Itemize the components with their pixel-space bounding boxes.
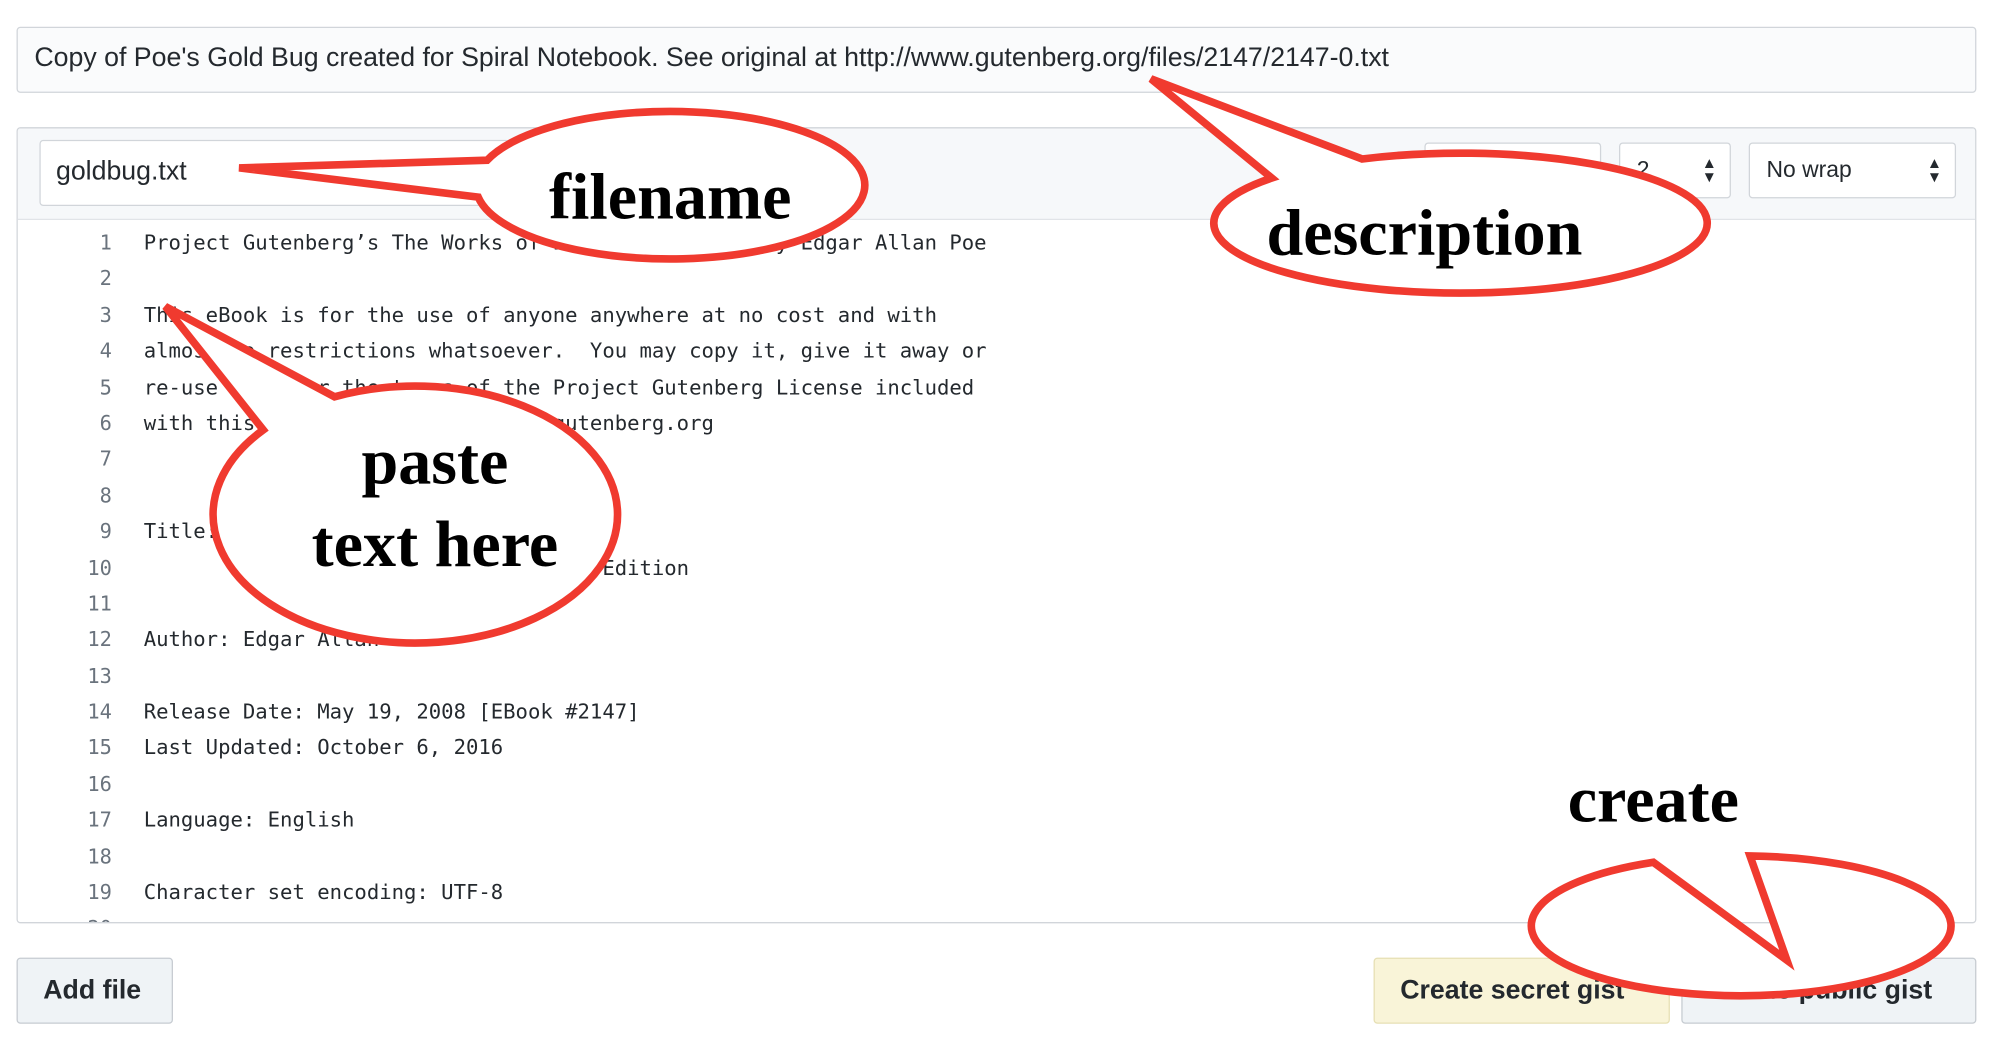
- code-line: 20: [18, 911, 1975, 922]
- code-line: 6 with this eBook or online at www.gutenb…: [18, 406, 1975, 442]
- select-arrows-icon: ▲ ▼: [1572, 153, 1588, 186]
- create-public-gist-button[interactable]: Create public gist: [1681, 957, 1977, 1024]
- code-line-text: Author: Edgar Allan Poe: [143, 627, 429, 652]
- code-line-text: This eBook is for the use of anyone anyw…: [143, 302, 937, 327]
- line-number: 12: [87, 627, 112, 652]
- line-number: 20: [18, 911, 112, 922]
- code-line-text: Language: English: [143, 807, 355, 833]
- code-line: 1 Project Gutenberg’s The Works of Edgar …: [18, 225, 1975, 261]
- indent-size-select[interactable]: 2 ▲ ▼: [1619, 142, 1731, 199]
- line-number: 18: [87, 844, 112, 869]
- line-number: 1: [99, 230, 112, 255]
- gist-description-input[interactable]: Copy of Poe's Gold Bug created for Spira…: [16, 26, 1977, 93]
- code-line: 8: [18, 478, 1975, 514]
- indent-mode-select[interactable]: ▲ ▼: [1424, 142, 1602, 199]
- code-line-text: with this eBook or online at www.gutenbe…: [143, 410, 714, 435]
- select-arrows-icon: ▲ ▼: [1926, 153, 1943, 186]
- code-line: 3 This eBook is for the use of anyone any…: [18, 297, 1975, 333]
- line-number: 10: [87, 555, 112, 580]
- indent-size-value: 2: [1636, 156, 1650, 182]
- line-number: 8: [99, 482, 112, 508]
- code-line: 2: [18, 261, 1975, 297]
- line-number: 9: [99, 519, 112, 544]
- create-secret-gist-button[interactable]: Create secret gist: [1373, 957, 1670, 1024]
- code-line-text: Project Gutenberg’s The Works of Edgar A…: [143, 230, 987, 255]
- line-number: 14: [87, 699, 112, 724]
- code-line-text: Release Date: May 19, 2008 [EBook #2147]: [143, 699, 640, 724]
- editor-header: goldbug.txt ▲ ▼ 2 ▲ ▼ No wrap ▲ ▼: [17, 128, 1976, 221]
- line-number: 3: [99, 302, 112, 327]
- line-number: 17: [87, 807, 112, 833]
- line-number: 19: [87, 880, 112, 905]
- gist-editor-page: Copy of Poe's Gold Bug created for Spira…: [0, 0, 1993, 1042]
- line-number: 13: [87, 663, 112, 688]
- line-number: 16: [87, 771, 112, 796]
- code-line-text: Last Updated: October 6, 2016: [143, 735, 504, 760]
- code-line: 14 Release Date: May 19, 2008 [EBook #214…: [18, 695, 1975, 731]
- code-line: 5 re-use it under the terms of the Projec…: [18, 370, 1975, 406]
- wrap-mode-value: No wrap: [1766, 156, 1852, 182]
- line-number: 4: [99, 338, 112, 363]
- code-line: 11: [18, 586, 1975, 622]
- code-line: 15 Last Updated: October 6, 2016: [18, 731, 1975, 767]
- select-arrows-icon: ▲ ▼: [1701, 153, 1717, 186]
- line-number: 7: [99, 446, 112, 472]
- code-line: 10 Volume 1 (of 5) of the Raven Edition: [18, 550, 1975, 586]
- line-number: 15: [87, 735, 112, 760]
- wrap-mode-select[interactable]: No wrap ▲ ▼: [1748, 142, 1957, 199]
- add-file-button[interactable]: Add file: [16, 957, 173, 1024]
- code-line-text: almost no restrictions whatsoever. You m…: [143, 338, 987, 363]
- code-line: 9 Title: The Works of Edgar Allan Poe: [18, 514, 1975, 550]
- code-line-text: Character set encoding: UTF-8: [143, 880, 504, 905]
- line-number: 5: [99, 374, 112, 399]
- code-line-text: Volume 1 (of 5) of the Raven Edition: [143, 555, 690, 580]
- filename-input[interactable]: goldbug.txt: [39, 139, 510, 207]
- code-editor-area[interactable]: 1 Project Gutenberg’s The Works of Edgar …: [17, 220, 1976, 923]
- code-line-text: Title: The Works of Edgar Allan Poe: [143, 519, 578, 544]
- code-line: 4 almost no restrictions whatsoever. You …: [18, 333, 1975, 369]
- line-number: 6: [99, 410, 112, 435]
- code-line-text: re-use it under the terms of the Project…: [143, 374, 975, 399]
- code-line: 16: [18, 767, 1975, 803]
- code-line: 18: [18, 839, 1975, 875]
- file-editor: goldbug.txt ▲ ▼ 2 ▲ ▼ No wrap ▲ ▼ 1 Project …: [16, 127, 1977, 924]
- code-line: 13: [18, 658, 1975, 694]
- line-number: 2: [99, 266, 112, 291]
- line-number: 11: [87, 591, 112, 616]
- code-line: 19 Character set encoding: UTF-8: [18, 875, 1975, 911]
- code-line: 7: [18, 442, 1975, 478]
- code-line: 12 Author: Edgar Allan Poe: [18, 622, 1975, 658]
- code-line: 17 Language: English: [18, 803, 1975, 839]
